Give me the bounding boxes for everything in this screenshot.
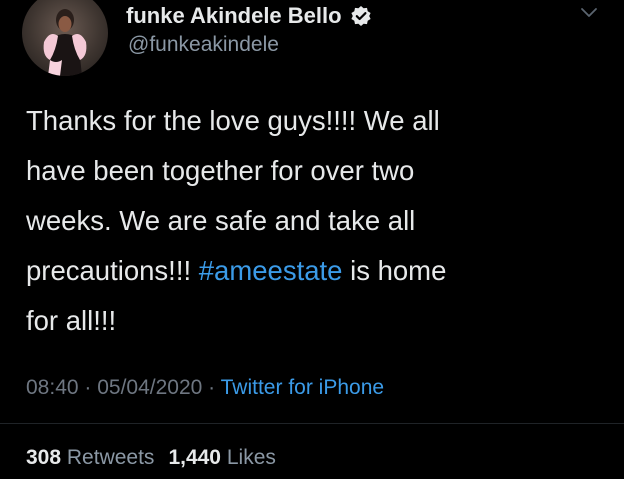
verified-badge-icon xyxy=(350,5,372,27)
tweet-metadata: 08:40 · 05/04/2020 · Twitter for iPhone xyxy=(26,376,384,400)
tweet-text-segment: for all!!! xyxy=(26,305,117,336)
likes-stat[interactable]: 1,440 Likes xyxy=(168,446,275,469)
retweets-stat[interactable]: 308 Retweets xyxy=(26,446,154,469)
tweet-text-segment: precautions!!! xyxy=(26,255,199,286)
tweet-text-segment: have been together for over two xyxy=(26,155,415,186)
chevron-down-icon[interactable] xyxy=(578,4,600,22)
tweet-text-segment: Thanks for the love guys!!!! We all xyxy=(26,105,440,136)
retweets-count: 308 xyxy=(26,446,62,469)
tweet-text-line: precautions!!! #ameestate is home xyxy=(26,246,606,296)
author-name-row: funke Akindele Bello xyxy=(126,0,372,32)
tweet-date[interactable]: 05/04/2020 xyxy=(97,376,202,399)
likes-label: Likes xyxy=(226,446,276,469)
tweet-text-line: weeks. We are safe and take all xyxy=(26,196,606,246)
meta-separator: · xyxy=(78,376,98,399)
tweet-text-line: Thanks for the love guys!!!! We all xyxy=(26,96,606,146)
avatar[interactable] xyxy=(22,0,108,76)
tweet-text-segment: weeks. We are safe and take all xyxy=(26,205,416,236)
profile-photo-icon xyxy=(43,9,87,76)
hashtag-link[interactable]: #ameestate xyxy=(199,255,343,286)
likes-count: 1,440 xyxy=(168,446,221,469)
retweets-label: Retweets xyxy=(66,446,155,469)
tweet-source-link[interactable]: Twitter for iPhone xyxy=(221,376,384,399)
divider xyxy=(0,423,624,424)
engagement-stats: 308 Retweets 1,440 Likes xyxy=(26,446,276,470)
user-handle[interactable]: @funkeakindele xyxy=(128,33,279,57)
display-name[interactable]: funke Akindele Bello xyxy=(126,3,342,29)
tweet-time[interactable]: 08:40 xyxy=(26,376,79,399)
tweet-text-line: for all!!! xyxy=(26,296,606,346)
tweet-text: Thanks for the love guys!!!! We all have … xyxy=(26,96,606,346)
tweet-text-segment: is home xyxy=(342,255,447,286)
tweet-text-line: have been together for over two xyxy=(26,146,606,196)
meta-separator: · xyxy=(202,376,221,399)
